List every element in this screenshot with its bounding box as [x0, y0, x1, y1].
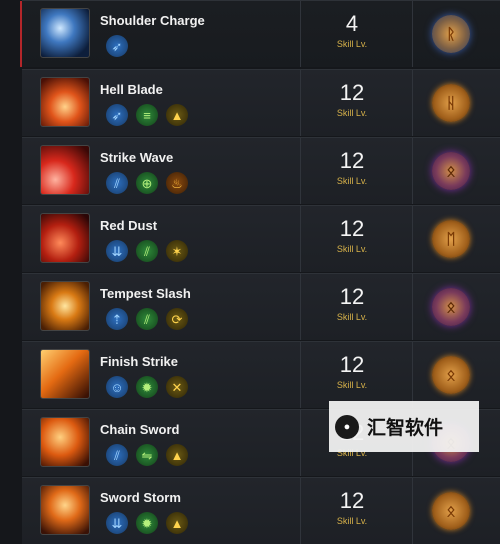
skill-row[interactable]: Sword Storm ⇊ ✹ ▲ 12 Skill Lv. ᛟ [22, 477, 500, 544]
skill-row[interactable]: Hell Blade ➶ ≡ ▲ 12 Skill Lv. ᚺ [22, 69, 500, 136]
claw-icon: ⫽ [136, 240, 158, 262]
skill-name: Red Dust [100, 218, 158, 233]
skill-level-label: Skill Lv. [336, 176, 368, 186]
skill-level-label: Skill Lv. [336, 516, 368, 526]
skill-name: Sword Storm [100, 490, 181, 505]
claw-icon: ⫽ [136, 308, 158, 330]
skill-level-value: 12 [339, 488, 365, 513]
skill-attribute-icons: ⇡ ⫽ ⟳ [106, 308, 188, 330]
strike-wave-icon[interactable] [40, 145, 90, 195]
skill-row[interactable]: Red Dust ⇊ ⫽ ✶ 12 Skill Lv. ᛖ [22, 205, 500, 272]
skill-attribute-icons: ➶ ≡ ▲ [106, 104, 188, 126]
skill-name: Chain Sword [100, 422, 180, 437]
sweep-icon: ⟳ [166, 308, 188, 330]
cross-slash-icon: ✕ [166, 376, 188, 398]
red-dust-icon[interactable] [40, 213, 90, 263]
dash-icon: ➶ [106, 35, 128, 57]
skill-level-label: Skill Lv. [336, 312, 368, 322]
skill-name: Strike Wave [100, 150, 174, 165]
down-arrow-icon: ⇊ [106, 512, 128, 534]
skill-attribute-icons: ➶ [106, 35, 128, 57]
slash-burst-icon: ✶ [166, 240, 188, 262]
column-divider [412, 1, 413, 67]
skill-name: Finish Strike [100, 354, 179, 369]
column-divider [300, 206, 301, 272]
skill-level-label: Skill Lv. [336, 380, 368, 390]
skill-level-value: 12 [339, 216, 365, 241]
target-icon: ⊕ [136, 172, 158, 194]
column-divider [412, 70, 413, 136]
skill-row[interactable]: Tempest Slash ⇡ ⫽ ⟳ 12 Skill Lv. ᛟ [22, 273, 500, 340]
skill-row[interactable]: Finish Strike ☺ ✹ ✕ 12 Skill Lv. ᛟ [22, 341, 500, 408]
up-arrow-icon: ⇡ [106, 308, 128, 330]
ground-spikes-icon: ▲ [166, 444, 188, 466]
column-divider [412, 274, 413, 340]
column-divider [412, 138, 413, 204]
skill-attribute-icons: ⫽ ⇋ ▲ [106, 444, 188, 466]
skill-level-label: Skill Lv. [336, 39, 368, 49]
watermark-banner: ● 汇智软件 [329, 401, 479, 452]
triple-slash-icon: ⫽ [106, 444, 128, 466]
triple-slash-icon: ⫽ [106, 172, 128, 194]
skill-row[interactable]: Strike Wave ⫽ ⊕ ♨ 12 Skill Lv. ᛟ [22, 137, 500, 204]
column-divider [300, 70, 301, 136]
skill-row[interactable]: Shoulder Charge ➶ 4 Skill Lv. ᚱ [20, 0, 500, 67]
skill-level-value: 12 [339, 352, 365, 377]
column-divider [300, 478, 301, 544]
chain-sword-icon[interactable] [40, 417, 90, 467]
skill-attribute-icons: ☺ ✹ ✕ [106, 376, 188, 398]
watermark-text: 汇智软件 [367, 418, 444, 439]
skill-name: Tempest Slash [100, 286, 191, 301]
hell-blade-icon[interactable] [40, 77, 90, 127]
flame-icon: ♨ [166, 172, 188, 194]
shoulder-charge-icon[interactable] [40, 8, 90, 58]
rune-icon[interactable]: ᛖ [432, 220, 470, 258]
column-divider [412, 206, 413, 272]
rune-icon[interactable]: ᚺ [432, 84, 470, 122]
sword-storm-icon[interactable] [40, 485, 90, 535]
skill-level-value: 12 [339, 80, 365, 105]
watermark-logo-icon: ● [335, 414, 359, 439]
burst-icon: ✹ [136, 512, 158, 534]
skill-level-value: 12 [339, 148, 365, 173]
rune-icon[interactable]: ᛟ [432, 356, 470, 394]
burst-icon: ✹ [136, 376, 158, 398]
speed-lines-icon: ≡ [136, 104, 158, 126]
skill-name: Shoulder Charge [100, 13, 205, 28]
finish-strike-icon[interactable] [40, 349, 90, 399]
skill-level-value: 12 [339, 284, 365, 309]
column-divider [300, 410, 301, 476]
down-arrow-icon: ⇊ [106, 240, 128, 262]
counter-icon: ⇋ [136, 444, 158, 466]
column-divider [300, 138, 301, 204]
skill-name: Hell Blade [100, 82, 163, 97]
rune-icon[interactable]: ᛟ [432, 492, 470, 530]
person-icon: ☺ [106, 376, 128, 398]
skill-level-label: Skill Lv. [336, 244, 368, 254]
rune-icon[interactable]: ᛟ [432, 152, 470, 190]
column-divider [300, 1, 301, 67]
skill-attribute-icons: ⫽ ⊕ ♨ [106, 172, 188, 194]
rune-icon[interactable]: ᛟ [432, 288, 470, 326]
skill-level-value: 4 [345, 11, 359, 36]
skill-attribute-icons: ⇊ ✹ ▲ [106, 512, 188, 534]
ground-spikes-icon: ▲ [166, 104, 188, 126]
column-divider [412, 342, 413, 408]
dash-icon: ➶ [106, 104, 128, 126]
rune-icon[interactable]: ᚱ [432, 15, 470, 53]
skill-attribute-icons: ⇊ ⫽ ✶ [106, 240, 188, 262]
column-divider [300, 342, 301, 408]
column-divider [300, 274, 301, 340]
tempest-slash-icon[interactable] [40, 281, 90, 331]
column-divider [412, 478, 413, 544]
ground-spikes-icon: ▲ [166, 512, 188, 534]
skill-level-label: Skill Lv. [336, 108, 368, 118]
